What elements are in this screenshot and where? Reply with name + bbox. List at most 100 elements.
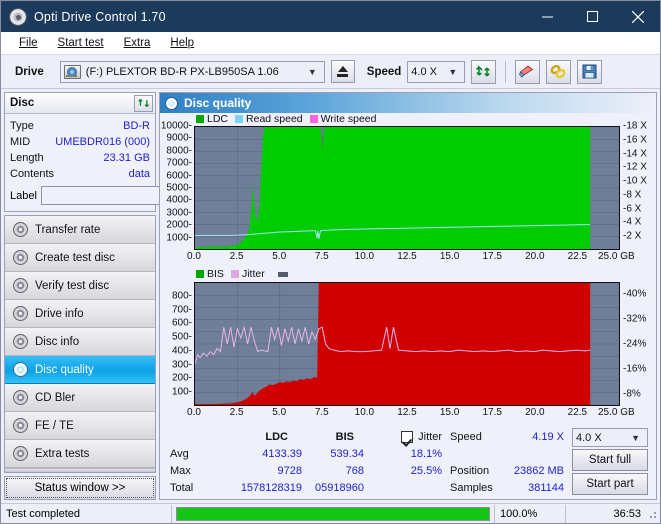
stats-col-ldc: LDC 4133.39 9728 1578128319	[212, 428, 302, 496]
start-part-button[interactable]: Start part	[572, 473, 648, 495]
chain-button[interactable]	[546, 59, 572, 84]
x-tick-label: 15.0	[439, 251, 460, 262]
y-tick-label: 300‑	[171, 359, 192, 371]
samples-stat-value: 381144	[528, 481, 564, 494]
stats-total-ldc: 1578128319	[240, 481, 302, 494]
nav-list: Transfer rate Create test disc Verify te…	[4, 215, 156, 473]
legend-write-speed: Write speed	[309, 113, 377, 125]
save-button[interactable]	[577, 59, 603, 84]
menu-extra[interactable]: Extra	[114, 35, 161, 51]
stats-label-avg: Avg	[170, 447, 189, 460]
y-tick-label: 700‑	[171, 304, 192, 316]
menu-help-label: Help	[170, 37, 195, 49]
stats-panel: Avg Max Total LDC 4133.39 9728 157812831…	[162, 426, 654, 498]
y-tick-label: 6000‑	[166, 170, 192, 182]
page-title: Disc quality	[184, 96, 252, 110]
drive-select[interactable]: (F:) PLEXTOR BD-R PX-LB950SA 1.06 ▼	[59, 60, 325, 83]
chevron-down-icon: ▼	[448, 66, 458, 77]
y-tick-label: 600‑	[171, 317, 192, 329]
bis-y-axis-left: 800‑ 700‑ 600‑ 500‑ 400‑ 300‑ 200‑ 100‑	[162, 282, 194, 406]
disc-icon	[13, 362, 28, 377]
stats-actions: 4.0 X ▼ Start full Start part	[564, 428, 648, 496]
legend-ldc: LDC	[196, 113, 228, 125]
sidebar-item-transfer-rate[interactable]: Transfer rate	[5, 216, 155, 244]
x-tick-label: 0.0	[187, 251, 201, 262]
app-window: Opti Drive Control 1.70 File Start test …	[0, 0, 661, 524]
menu-help[interactable]: Help	[160, 35, 204, 51]
stats-max-bis: 768	[345, 464, 364, 477]
jitter-checkbox[interactable]	[401, 430, 414, 443]
x-tick-label: 20.0	[525, 251, 545, 262]
charts-container: LDC Read speed Write speed 10000‑ 9000‑ …	[160, 113, 656, 499]
sidebar-item-label: Disc quality	[35, 363, 94, 376]
disc-icon	[13, 250, 28, 265]
stats-col-bis: BIS 539.34 768 05918960	[302, 428, 364, 496]
sidebar-item-drive-info[interactable]: Drive info	[5, 300, 155, 328]
y-tick-label: 800‑	[171, 290, 192, 302]
drive-icon	[63, 64, 81, 79]
legend-swatch	[309, 115, 318, 123]
disc-row-value: BD-R	[123, 120, 150, 132]
status-window-button[interactable]: Status window >>	[4, 476, 156, 500]
test-speed-select[interactable]: 4.0 X ▼	[572, 428, 648, 447]
bis-x-axis: 0.0 2.5 5.0 7.5 10.0 12.5 15.0 17.5 20.0 22.5 25.0…	[187, 407, 635, 421]
minimize-button[interactable]	[525, 1, 570, 32]
start-full-button[interactable]: Start full	[572, 449, 648, 471]
y-tick-label: 400‑	[171, 345, 192, 357]
x-tick-label: 20.0	[525, 407, 545, 418]
y-tick-label: 200‑	[171, 372, 192, 384]
close-button[interactable]	[615, 1, 660, 32]
erase-button[interactable]	[515, 59, 541, 84]
refresh-button[interactable]	[471, 59, 497, 84]
sidebar-item-verify-test-disc[interactable]: Verify test disc	[5, 272, 155, 300]
elapsed-time: 36:53	[613, 507, 641, 520]
disc-row-key: Contents	[10, 168, 55, 180]
y2-tick-label: ‑32%	[623, 313, 647, 325]
disc-icon	[13, 418, 28, 433]
jitter-label: Jitter	[418, 430, 442, 443]
sidebar-item-create-test-disc[interactable]: Create test disc	[5, 244, 155, 272]
menu-file-label: File	[19, 37, 38, 49]
progress-bar	[176, 506, 490, 521]
stats-avg-jitter: 18.1%	[410, 447, 442, 460]
disc-label-row: Label	[10, 185, 244, 206]
speed-select-value: 4.0 X	[411, 65, 437, 78]
sidebar-item-cd-bler[interactable]: CD Bler	[5, 384, 155, 412]
bis-plot-svg	[195, 283, 619, 405]
disc-panel-title: Disc	[10, 97, 35, 109]
legend-swatch	[230, 270, 239, 278]
sidebar-item-disc-quality[interactable]: Disc quality	[5, 356, 155, 384]
y-tick-label: 7000‑	[166, 157, 192, 169]
chevron-down-icon: ▼	[631, 432, 640, 443]
sidebar-item-label: Transfer rate	[35, 223, 101, 236]
menu-file[interactable]: File	[9, 35, 48, 51]
legend-swatch	[235, 115, 244, 123]
jitter-checkbox-row[interactable]: Jitter	[401, 428, 442, 445]
disc-row-length: Length 23.31 GB	[10, 150, 150, 166]
x-tick-label: 5.0	[272, 251, 287, 262]
disc-row-value: data	[128, 168, 150, 180]
legend-label: Jitter	[241, 268, 265, 280]
sidebar-item-fe-te[interactable]: FE / TE	[5, 412, 155, 440]
sidebar-item-extra-tests[interactable]: Extra tests	[5, 440, 155, 468]
resize-grip[interactable]	[646, 508, 658, 520]
x-tick-label: 2.5	[229, 251, 244, 262]
maximize-button[interactable]	[570, 1, 615, 32]
y2-tick-label: ‑14 X	[623, 148, 647, 160]
app-icon	[9, 7, 27, 26]
sidebar-item-label: Verify test disc	[35, 279, 110, 292]
disc-row-key: Length	[10, 152, 44, 164]
disc-refresh-button[interactable]	[134, 94, 153, 112]
speed-select[interactable]: 4.0 X ▼	[407, 60, 466, 83]
eject-button[interactable]	[330, 60, 355, 83]
sidebar-item-disc-info[interactable]: Disc info	[5, 328, 155, 356]
disc-label-key: Label	[10, 189, 37, 202]
y2-tick-label: ‑40%	[623, 288, 647, 300]
y2-tick-label: ‑2 X	[623, 230, 642, 242]
refresh-icon	[476, 65, 491, 77]
menu-start-test[interactable]: Start test	[48, 35, 114, 51]
x-tick-label: 17.5	[482, 407, 502, 418]
x-tick-label: 25.0 GB	[597, 251, 635, 262]
y-tick-label: 1000‑	[166, 232, 192, 244]
y2-tick-label: ‑24%	[623, 338, 647, 350]
